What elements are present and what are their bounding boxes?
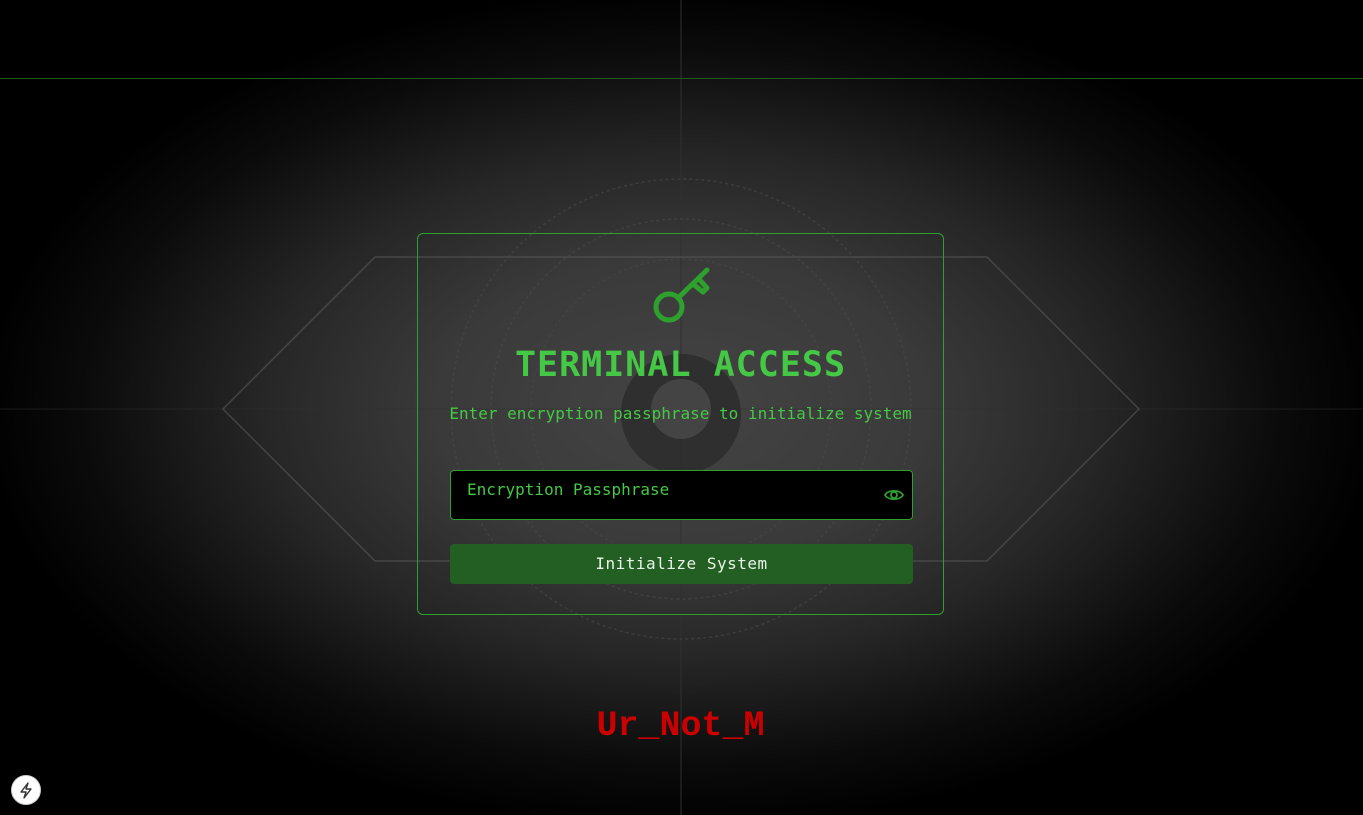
passphrase-placeholder: Encryption Passphrase: [467, 480, 670, 499]
eye-icon[interactable]: [884, 486, 904, 504]
header-divider: [0, 78, 1363, 79]
key-icon: [653, 267, 710, 323]
lightning-bolt-icon: [20, 782, 32, 799]
initialize-system-button[interactable]: Initialize System: [450, 544, 913, 584]
corner-widget-button[interactable]: [11, 775, 41, 805]
page-title: TERMINAL ACCESS: [514, 345, 847, 385]
footer-signature: Ur_Not_M: [596, 706, 765, 746]
page-subtitle: Enter encryption passphrase to initializ…: [449, 404, 912, 423]
passphrase-field[interactable]: Encryption Passphrase: [450, 470, 913, 520]
